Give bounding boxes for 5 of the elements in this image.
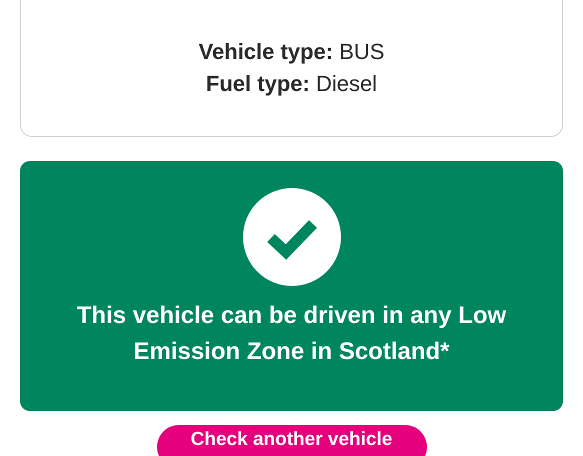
detail-text: Fuel type: Diesel (206, 71, 378, 97)
check-another-button[interactable]: Check another vehicle (156, 425, 426, 456)
result-message: This vehicle can be driven in any Low Emission Zone in Scotland* (76, 301, 508, 367)
check-icon (242, 188, 340, 286)
detail-text: Vehicle type: BUS (198, 39, 384, 65)
